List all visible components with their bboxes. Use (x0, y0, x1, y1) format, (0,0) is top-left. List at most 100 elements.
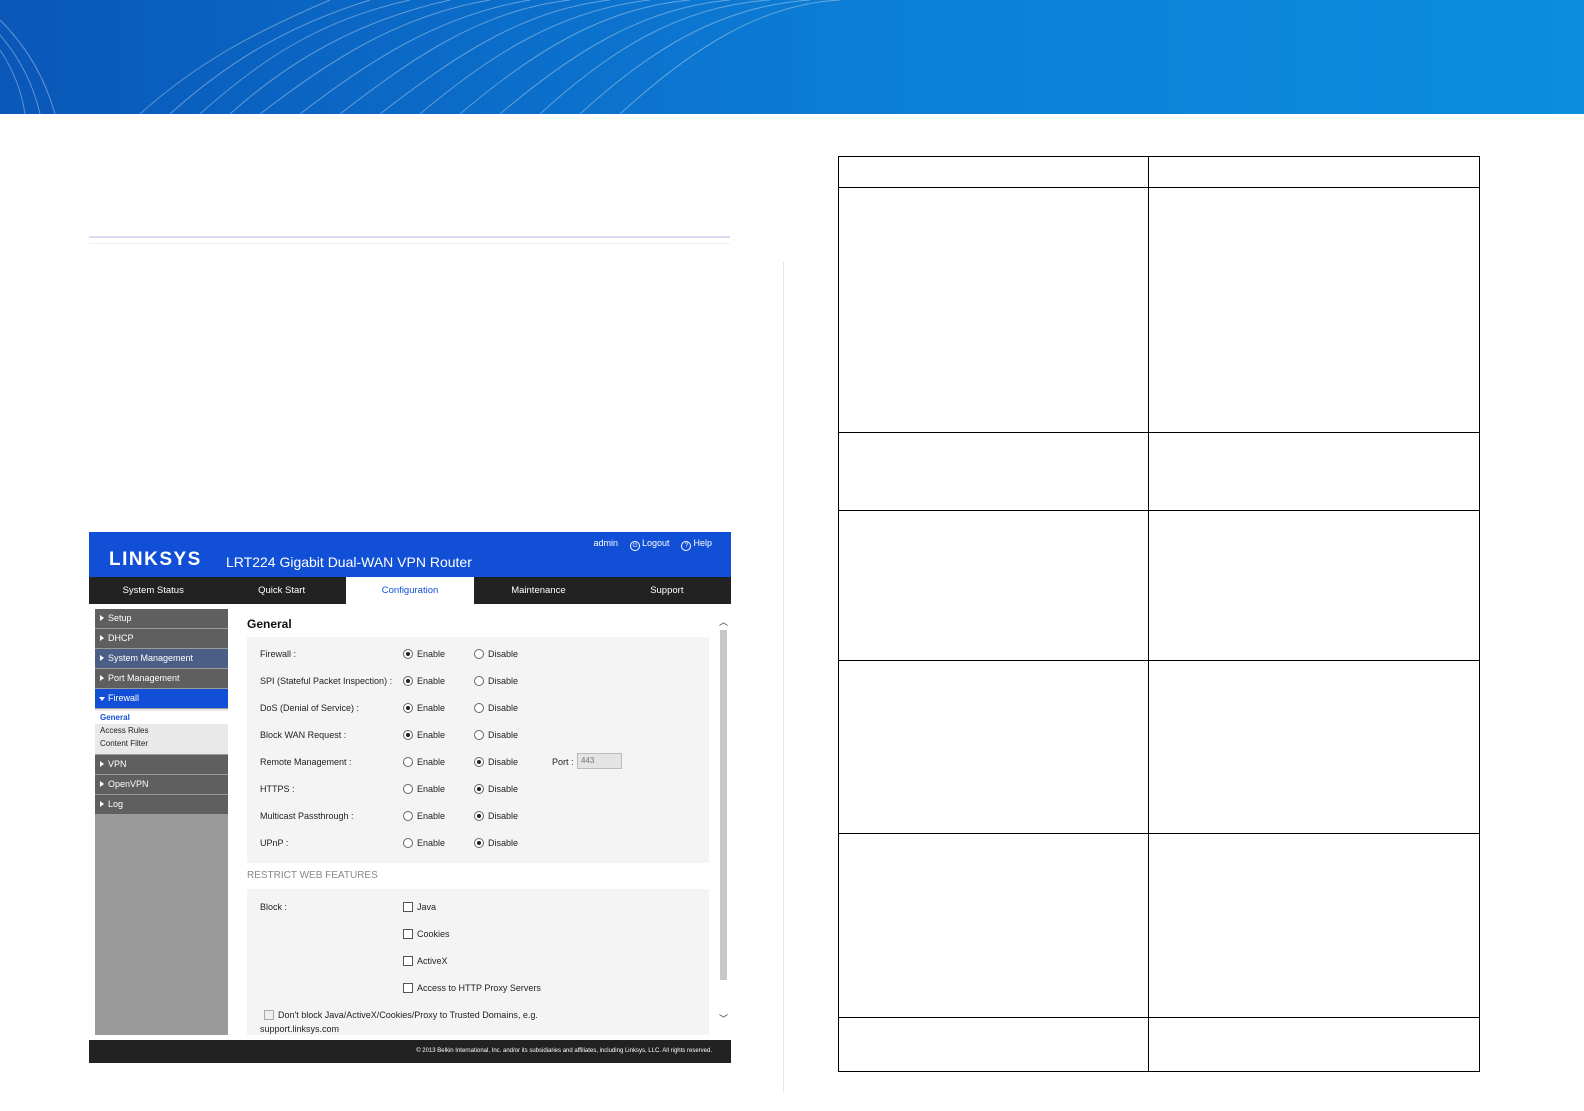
enable-label: Enable (417, 649, 446, 659)
tab-configuration[interactable]: Configuration (345, 577, 475, 604)
router-header: LINKSYS LRT224 Gigabit Dual-WAN VPN Rout… (89, 532, 731, 577)
scroll-down-icon[interactable]: ﹀ (718, 1012, 729, 1025)
enable-radio[interactable]: Enable (403, 676, 445, 686)
enable-radio[interactable]: Enable (403, 838, 445, 848)
scroll-up-icon[interactable]: ︿ (718, 615, 729, 628)
enable-label: Enable (417, 676, 446, 686)
help-label: Help (693, 538, 712, 548)
setting-row-https: HTTPS : Enable Disable (260, 782, 700, 798)
sidebar-item-dhcp[interactable]: DHCP (95, 629, 228, 648)
setting-row-upnp: UPnP : Enable Disable (260, 836, 700, 852)
sidebar-item-log[interactable]: Log (95, 795, 228, 814)
tab-maintenance[interactable]: Maintenance (474, 577, 602, 604)
checkbox-icon (264, 1010, 274, 1020)
radio-icon (474, 757, 484, 767)
sidebar-item-firewall[interactable]: Firewall (95, 689, 228, 708)
help-icon: ? (681, 541, 692, 551)
cookies-checkbox[interactable]: Cookies (403, 929, 450, 939)
activex-checkbox[interactable]: ActiveX (403, 956, 448, 966)
radio-icon (403, 811, 413, 821)
sidebar-item-openvpn[interactable]: OpenVPN (95, 775, 228, 794)
sidebar-item-port-management[interactable]: Port Management (95, 669, 228, 688)
disable-label: Disable (488, 811, 519, 821)
table-cell (838, 156, 1149, 188)
block-row-java: Block : Java (260, 900, 700, 916)
top-links: admin ⏻ Logout ? Help (593, 538, 712, 551)
table-row (838, 1017, 1480, 1072)
sidebar-subitem-content-filter[interactable]: Content Filter (95, 737, 228, 750)
java-checkbox[interactable]: Java (403, 902, 436, 912)
tab-system-status[interactable]: System Status (89, 577, 217, 604)
checkbox-icon (403, 956, 413, 966)
sidebar-item-setup[interactable]: Setup (95, 609, 228, 628)
setting-label: Remote Management : (260, 757, 352, 767)
disable-radio[interactable]: Disable (474, 811, 518, 821)
port-label: Port : (552, 757, 574, 767)
checkbox-label: Cookies (417, 929, 450, 939)
table-cell (838, 510, 1149, 661)
tab-support[interactable]: Support (603, 577, 731, 604)
sidebar-subitem-general[interactable]: General (95, 711, 228, 724)
enable-radio[interactable]: Enable (403, 649, 445, 659)
enable-label: Enable (417, 784, 446, 794)
disable-radio[interactable]: Disable (474, 757, 518, 767)
copyright-footer: © 2013 Belkin International, Inc. and/or… (89, 1040, 731, 1063)
table-cell (838, 187, 1149, 433)
checkbox-icon (403, 983, 413, 993)
enable-radio[interactable]: Enable (403, 784, 445, 794)
disable-radio[interactable]: Disable (474, 784, 518, 794)
page-title: General (247, 617, 292, 631)
radio-icon (403, 703, 413, 713)
enable-radio[interactable]: Enable (403, 811, 445, 821)
radio-icon (474, 676, 484, 686)
enable-radio[interactable]: Enable (403, 757, 445, 767)
radio-icon (474, 811, 484, 821)
tab-quick-start[interactable]: Quick Start (217, 577, 345, 604)
firewall-submenu: General Access Rules Content Filter (95, 709, 228, 754)
table-cell (1148, 833, 1480, 1018)
sidebar-item-vpn[interactable]: VPN (95, 755, 228, 774)
admin-user-link[interactable]: admin (593, 538, 618, 551)
table-row (838, 660, 1480, 834)
trusted-domains-example-row: support.linksys.com (260, 1022, 700, 1035)
block-row-proxy: Access to HTTP Proxy Servers (260, 981, 700, 997)
help-link[interactable]: ? Help (681, 538, 712, 551)
disable-radio[interactable]: Disable (474, 838, 518, 848)
header-rule (89, 236, 730, 238)
disable-label: Disable (488, 838, 519, 848)
logout-label: Logout (641, 538, 670, 548)
block-label: Block : (260, 902, 288, 912)
logout-link[interactable]: ⏻ Logout (629, 538, 670, 551)
enable-label: Enable (417, 757, 446, 767)
setting-row-block-wan: Block WAN Request : Enable Disable (260, 728, 700, 744)
setting-label: UPnP : (260, 838, 289, 848)
header-banner (0, 0, 1584, 114)
setting-label: Block WAN Request : (260, 730, 347, 740)
setting-row-firewall: Firewall : Enable Disable (260, 647, 700, 663)
disable-radio[interactable]: Disable (474, 676, 518, 686)
trusted-domains-checkbox[interactable]: Don't block Java/ActiveX/Cookies/Proxy t… (264, 1010, 538, 1020)
table-cell (1148, 156, 1480, 188)
disable-radio[interactable]: Disable (474, 649, 518, 659)
product-title: LRT224 Gigabit Dual-WAN VPN Router (226, 554, 472, 570)
table-row (838, 187, 1480, 433)
table-row (838, 833, 1480, 1018)
disable-radio[interactable]: Disable (474, 703, 518, 713)
router-admin-screenshot: LINKSYS LRT224 Gigabit Dual-WAN VPN Rout… (89, 532, 731, 1063)
general-settings-panel: Firewall : Enable Disable SPI (Stateful … (247, 637, 709, 863)
table-cell (838, 432, 1149, 511)
sidebar-subitem-access-rules[interactable]: Access Rules (95, 724, 228, 737)
enable-radio[interactable]: Enable (403, 730, 445, 740)
trusted-domains-label: Don't block Java/ActiveX/Cookies/Proxy t… (278, 1010, 538, 1020)
checkbox-label: ActiveX (417, 956, 448, 966)
setting-row-multicast: Multicast Passthrough : Enable Disable (260, 809, 700, 825)
enable-radio[interactable]: Enable (403, 703, 445, 713)
setting-label: Multicast Passthrough : (260, 811, 354, 821)
sidebar-item-system-management[interactable]: System Management (95, 649, 228, 668)
setting-label: HTTPS : (260, 784, 295, 794)
port-input[interactable]: 443 (577, 753, 622, 769)
proxy-checkbox[interactable]: Access to HTTP Proxy Servers (403, 983, 541, 993)
scroll-thumb[interactable] (720, 630, 727, 980)
content-scrollbar[interactable]: ︿ ﹀ (718, 609, 729, 1035)
disable-radio[interactable]: Disable (474, 730, 518, 740)
